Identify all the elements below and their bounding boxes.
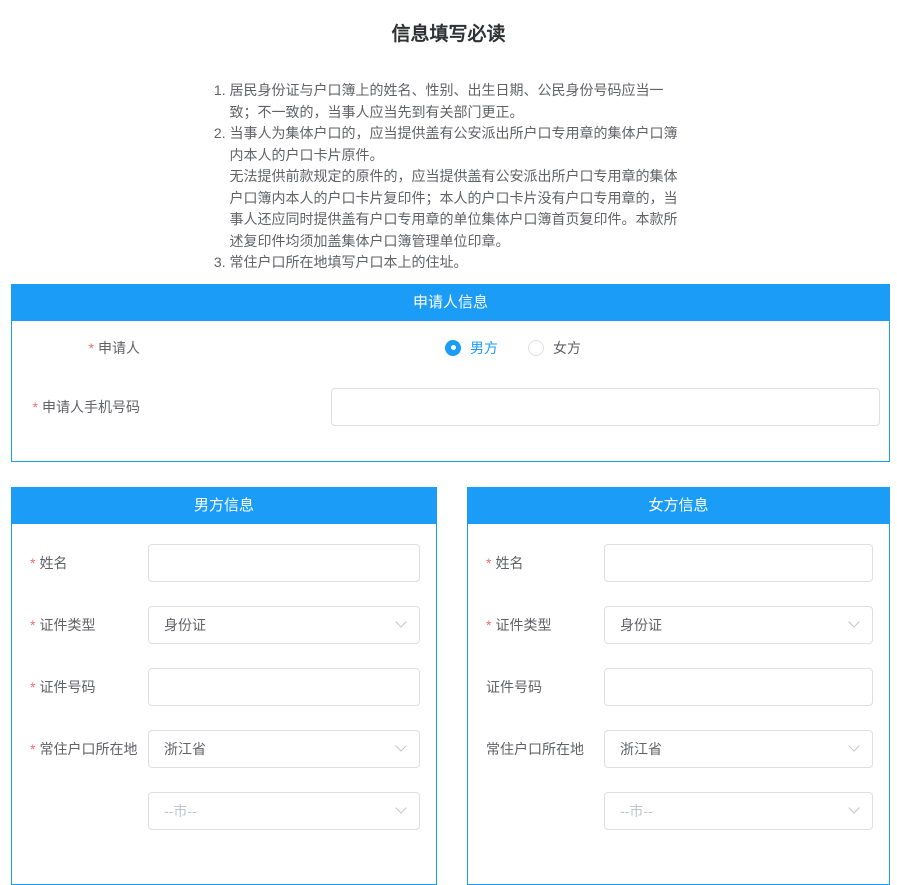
field-label-text: 姓名 (39, 555, 67, 571)
instruction-text: 无法提供前款规定的原件的，应当提供盖有公安派出所户口专用章的集体户口簿内本人的户… (230, 166, 688, 252)
chevron-down-icon (848, 802, 859, 813)
female-id-type-row: *证件类型 身份证 (486, 606, 873, 644)
male-name-row: *姓名 (30, 544, 420, 582)
required-asterisk: * (486, 555, 491, 571)
chevron-down-icon (395, 616, 406, 627)
female-name-row: *姓名 (486, 544, 873, 582)
field-label-text: 姓名 (495, 555, 523, 571)
required-asterisk: * (30, 555, 35, 571)
male-name-input[interactable] (148, 544, 420, 582)
female-section: 女方信息 *姓名 *证件类型 身份证 证件号码 常住户口所在地 浙江省 (467, 487, 890, 885)
select-value: 浙江省 (620, 739, 662, 759)
field-label: 证件号码 (486, 677, 604, 697)
female-id-number-row: 证件号码 (486, 668, 873, 706)
radio-male[interactable]: 男方 (445, 338, 498, 358)
female-id-number-input[interactable] (604, 668, 873, 706)
radio-female[interactable]: 女方 (528, 338, 581, 358)
required-asterisk: * (30, 741, 35, 757)
female-id-type-select[interactable]: 身份证 (604, 606, 873, 644)
instruction-item: 当事人为集体户口的，应当提供盖有公安派出所户口专用章的集体户口簿内本人的户口卡片… (230, 123, 688, 252)
field-label: *证件类型 (30, 615, 148, 635)
male-id-number-row: *证件号码 (30, 668, 420, 706)
chevron-down-icon (848, 740, 859, 751)
applicant-label-text: 申请人 (98, 340, 140, 356)
select-value: 身份证 (620, 615, 662, 635)
applicant-label: *申请人 (12, 338, 140, 358)
required-asterisk: * (486, 617, 491, 633)
male-id-type-select[interactable]: 身份证 (148, 606, 420, 644)
female-province-row: 常住户口所在地 浙江省 (486, 730, 873, 768)
applicant-row: *申请人 男方 女方 (12, 335, 889, 361)
instruction-item: 常住户口所在地填写户口本上的住址。 (230, 252, 688, 274)
female-city-row: --市-- (486, 792, 873, 830)
person-sections: 男方信息 *姓名 *证件类型 身份证 *证件号码 *常住户口所在地 浙江省 (11, 487, 890, 885)
select-value: 浙江省 (164, 739, 206, 759)
field-label: *姓名 (30, 553, 148, 573)
instructions-list: 居民身份证与户口簿上的姓名、性别、出生日期、公民身份号码应当一致；不一致的，当事… (210, 80, 688, 274)
field-label: *常住户口所在地 (30, 739, 148, 759)
field-label-text: 证件类型 (495, 617, 551, 633)
field-label: *姓名 (486, 553, 604, 573)
radio-female-label: 女方 (553, 338, 581, 358)
required-asterisk: * (33, 399, 38, 415)
male-city-row: --市-- (30, 792, 420, 830)
chevron-down-icon (395, 740, 406, 751)
female-name-input[interactable] (604, 544, 873, 582)
instruction-text: 常住户口所在地填写户口本上的住址。 (230, 252, 688, 274)
radio-dot (451, 345, 456, 350)
male-section-header: 男方信息 (12, 488, 436, 524)
instruction-text: 居民身份证与户口簿上的姓名、性别、出生日期、公民身份号码应当一致；不一致的，当事… (230, 80, 688, 123)
female-city-select[interactable]: --市-- (604, 792, 873, 830)
male-id-number-input[interactable] (148, 668, 420, 706)
male-province-row: *常住户口所在地 浙江省 (30, 730, 420, 768)
select-value: 身份证 (164, 615, 206, 635)
applicant-section-header: 申请人信息 (12, 285, 889, 321)
radio-unselected-icon (528, 340, 544, 356)
female-fields: *姓名 *证件类型 身份证 证件号码 常住户口所在地 浙江省 (468, 524, 889, 830)
field-label: *证件类型 (486, 615, 604, 635)
applicant-section: 申请人信息 *申请人 男方 女方 *申请人手机号码 (11, 284, 890, 462)
field-label-text: 常住户口所在地 (486, 741, 584, 757)
field-label: *证件号码 (30, 677, 148, 697)
required-asterisk: * (30, 679, 35, 695)
field-label: 常住户口所在地 (486, 739, 604, 759)
male-city-select[interactable]: --市-- (148, 792, 420, 830)
select-placeholder: --市-- (620, 801, 653, 821)
phone-label: *申请人手机号码 (12, 397, 140, 417)
female-province-select[interactable]: 浙江省 (604, 730, 873, 768)
required-asterisk: * (30, 617, 35, 633)
field-label-text: 证件号码 (39, 679, 95, 695)
male-province-select[interactable]: 浙江省 (148, 730, 420, 768)
phone-row: *申请人手机号码 (12, 388, 889, 426)
phone-label-text: 申请人手机号码 (42, 399, 140, 415)
male-id-type-row: *证件类型 身份证 (30, 606, 420, 644)
field-label-text: 证件类型 (39, 617, 95, 633)
chevron-down-icon (395, 802, 406, 813)
male-section: 男方信息 *姓名 *证件类型 身份证 *证件号码 *常住户口所在地 浙江省 (11, 487, 437, 885)
page-title: 信息填写必读 (0, 0, 897, 46)
instruction-text: 当事人为集体户口的，应当提供盖有公安派出所户口专用章的集体户口簿内本人的户口卡片… (230, 123, 688, 166)
field-label-text: 证件号码 (486, 679, 542, 695)
required-asterisk: * (89, 340, 94, 356)
radio-selected-icon (445, 340, 461, 356)
field-label-text: 常住户口所在地 (39, 741, 137, 757)
radio-male-label: 男方 (470, 338, 498, 358)
select-placeholder: --市-- (164, 801, 197, 821)
male-fields: *姓名 *证件类型 身份证 *证件号码 *常住户口所在地 浙江省 (12, 524, 436, 830)
instruction-item: 居民身份证与户口簿上的姓名、性别、出生日期、公民身份号码应当一致；不一致的，当事… (230, 80, 688, 123)
applicant-radio-group: 男方 女方 (445, 338, 611, 358)
female-section-header: 女方信息 (468, 488, 889, 524)
phone-input[interactable] (331, 388, 880, 426)
chevron-down-icon (848, 616, 859, 627)
